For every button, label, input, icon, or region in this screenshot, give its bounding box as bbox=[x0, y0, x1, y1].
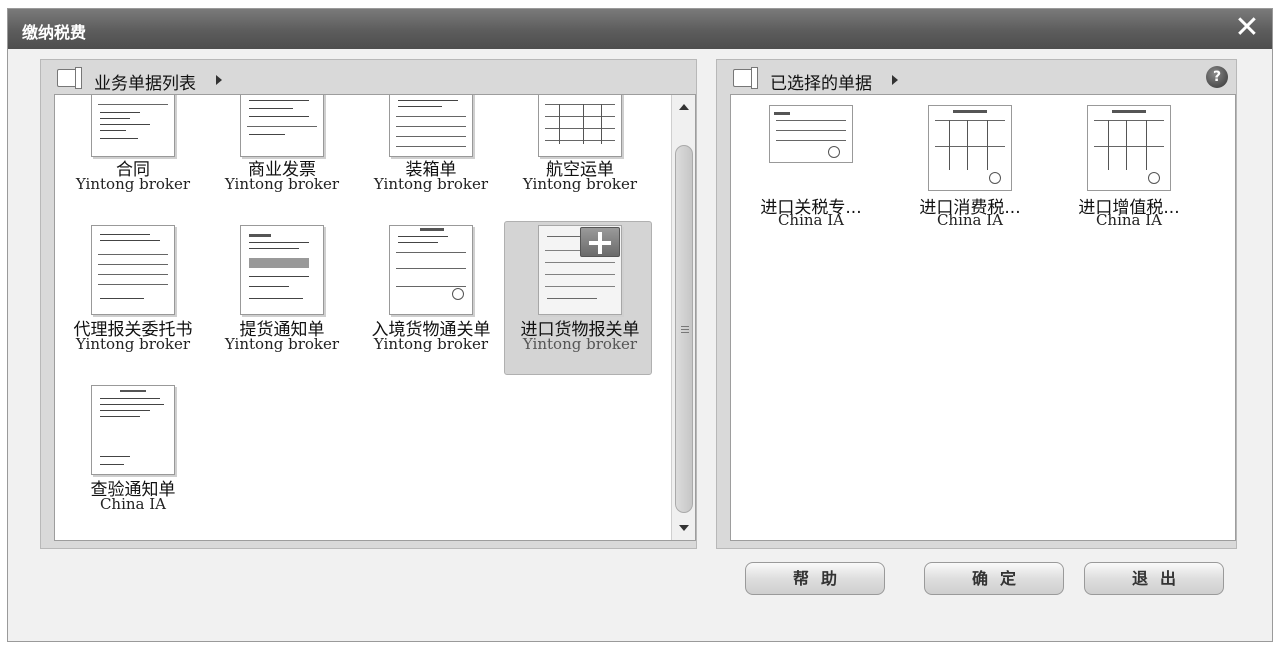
document-owner: China IA bbox=[1095, 211, 1163, 229]
document-owner: Yintong broker bbox=[373, 335, 489, 353]
selected-document-list: 进口关税专... China IA 进口消费税... China IA 进口增值… bbox=[730, 94, 1236, 541]
document-thumbnail bbox=[389, 95, 473, 157]
document-item[interactable]: 进口关税专... China IA bbox=[741, 105, 881, 235]
document-item[interactable]: 入境货物通关单 Yintong broker bbox=[361, 225, 501, 355]
document-thumbnail bbox=[389, 225, 473, 315]
document-thumbnail bbox=[91, 95, 175, 157]
document-owner: Yintong broker bbox=[522, 175, 638, 193]
confirm-button[interactable]: 确定 bbox=[924, 562, 1064, 595]
document-thumbnail bbox=[91, 385, 175, 475]
document-owner: Yintong broker bbox=[75, 335, 191, 353]
document-thumbnail bbox=[91, 225, 175, 315]
document-owner: Yintong broker bbox=[224, 335, 340, 353]
document-owner: Yintong broker bbox=[224, 175, 340, 193]
help-button[interactable]: 帮助 bbox=[745, 562, 885, 595]
panel-title: 业务单据列表 bbox=[94, 74, 196, 94]
document-owner: Yintong broker bbox=[373, 175, 489, 193]
scroll-up-icon[interactable] bbox=[679, 104, 689, 110]
triangle-right-icon[interactable] bbox=[216, 75, 222, 85]
panel-header: 业务单据列表 bbox=[41, 60, 696, 94]
document-item[interactable]: 代理报关委托书 Yintong broker bbox=[63, 225, 203, 355]
document-owner: China IA bbox=[936, 211, 1004, 229]
document-thumbnail bbox=[769, 105, 853, 163]
panel-header: 已选择的单据 ? bbox=[717, 60, 1236, 94]
triangle-right-icon[interactable] bbox=[892, 75, 898, 85]
book-icon bbox=[57, 67, 85, 89]
document-owner: Yintong broker bbox=[522, 335, 638, 353]
document-thumbnail bbox=[928, 105, 1012, 191]
title-bar: 缴纳税费 ✕ bbox=[8, 9, 1272, 49]
document-owner: Yintong broker bbox=[75, 175, 191, 193]
document-owner: China IA bbox=[99, 495, 167, 513]
document-item[interactable]: 装箱单 Yintong broker bbox=[361, 95, 501, 195]
business-documents-panel: 业务单据列表 合同 Yintong broker 商业发票 Yintong br… bbox=[40, 59, 697, 549]
book-icon bbox=[733, 67, 761, 89]
window-title: 缴纳税费 bbox=[22, 23, 87, 42]
scrollbar-thumb[interactable] bbox=[675, 145, 693, 513]
document-item[interactable]: 商业发票 Yintong broker bbox=[212, 95, 352, 195]
dialog-window: 缴纳税费 ✕ 业务单据列表 合同 Yintong broker 商业发票 Yin… bbox=[7, 8, 1273, 642]
add-icon[interactable] bbox=[580, 227, 620, 257]
document-item[interactable]: 进口货物报关单 Yintong broker bbox=[510, 225, 650, 355]
document-item[interactable]: 合同 Yintong broker bbox=[63, 95, 203, 195]
document-item[interactable]: 进口消费税... China IA bbox=[900, 105, 1040, 235]
help-icon[interactable]: ? bbox=[1206, 66, 1228, 88]
selected-documents-panel: 已选择的单据 ? 进口关税专... China IA 进口消费税... Chin… bbox=[716, 59, 1237, 549]
panel-title: 已选择的单据 bbox=[770, 74, 872, 94]
document-thumbnail bbox=[240, 95, 324, 157]
document-owner: China IA bbox=[777, 211, 845, 229]
vertical-scrollbar[interactable] bbox=[671, 95, 695, 540]
document-item[interactable]: 进口增值税... China IA bbox=[1059, 105, 1199, 235]
document-item[interactable]: 查验通知单 China IA bbox=[63, 385, 203, 515]
document-thumbnail bbox=[538, 95, 622, 157]
exit-button[interactable]: 退出 bbox=[1084, 562, 1224, 595]
document-item[interactable]: 提货通知单 Yintong broker bbox=[212, 225, 352, 355]
document-thumbnail bbox=[1087, 105, 1171, 191]
document-item[interactable]: 航空运单 Yintong broker bbox=[510, 95, 650, 195]
document-thumbnail bbox=[240, 225, 324, 315]
document-list: 合同 Yintong broker 商业发票 Yintong broker 装箱… bbox=[54, 94, 696, 541]
close-icon[interactable]: ✕ bbox=[1232, 13, 1262, 43]
scroll-down-icon[interactable] bbox=[679, 525, 689, 531]
